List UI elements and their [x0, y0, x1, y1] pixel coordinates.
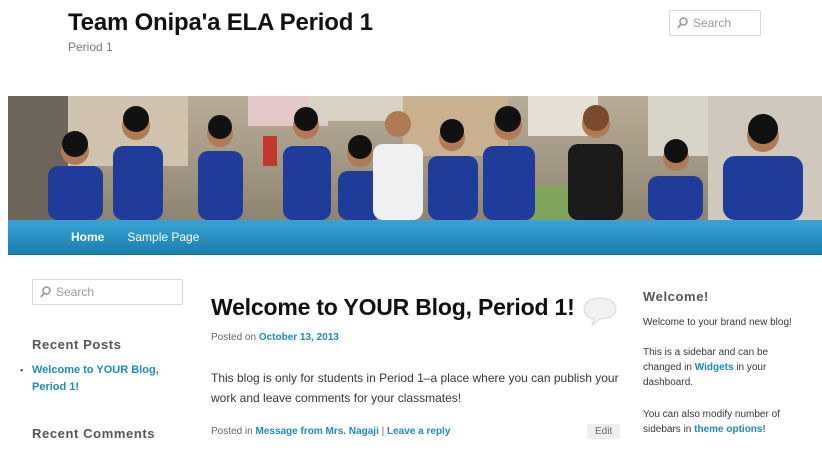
search-icon [40, 286, 51, 298]
widgets-link[interactable]: Widgets [695, 362, 734, 373]
edit-button[interactable]: Edit [587, 424, 621, 439]
site-title[interactable]: Team Onipa'a ELA Period 1 [68, 9, 373, 37]
sidebar-search-box[interactable] [32, 279, 183, 305]
theme-options-link[interactable]: theme options! [694, 424, 766, 435]
recent-comments-title: Recent Comments [32, 426, 156, 441]
sidebar-search-input[interactable] [56, 285, 182, 299]
main-navigation: Home Sample Page [8, 220, 822, 255]
recent-posts-title: Recent Posts [32, 337, 122, 352]
welcome-widget-title: Welcome! [643, 289, 709, 304]
recent-post-link[interactable]: Welcome to YOUR Blog, Period 1! [20, 362, 170, 396]
post-date-link[interactable]: October 13, 2013 [259, 332, 339, 343]
top-search-box[interactable] [669, 10, 761, 36]
posted-in-label: Posted in [211, 426, 256, 437]
nav-item-home[interactable]: Home [8, 230, 104, 244]
recent-posts-list: Welcome to YOUR Blog, Period 1! [20, 362, 170, 396]
site-description: Period 1 [68, 40, 113, 54]
leave-reply-link[interactable]: Leave a reply [387, 426, 450, 437]
post-content: This blog is only for students in Period… [211, 371, 619, 405]
post-title[interactable]: Welcome to YOUR Blog, Period 1! [211, 294, 575, 321]
comment-bubble-icon[interactable] [582, 296, 618, 326]
welcome-text: Welcome to your brand new blog! [643, 317, 792, 328]
search-icon [677, 17, 688, 29]
post-meta: Posted on October 13, 2013 [211, 332, 339, 343]
nav-item-sample-page[interactable]: Sample Page [104, 230, 199, 244]
meta-separator: | [378, 426, 388, 437]
post-footer: Posted in Message from Mrs. Nagaji | Lea… [211, 426, 450, 437]
sidebar-options-text: You can also modify number of sidebars i… [643, 407, 793, 437]
header-photo [8, 96, 822, 220]
posted-on-label: Posted on [211, 332, 259, 343]
category-link[interactable]: Message from Mrs. Nagaji [255, 426, 378, 437]
top-search-input[interactable] [693, 16, 760, 30]
sidebar-info-text: This is a sidebar and can be changed in … [643, 345, 778, 390]
